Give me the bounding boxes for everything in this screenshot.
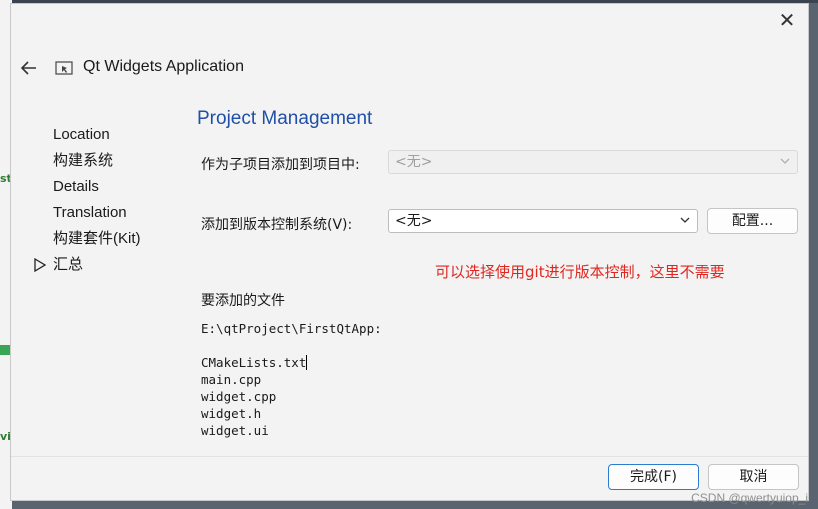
page-title: Project Management bbox=[197, 108, 373, 129]
wizard-steps: Location 构建系统 Details Translation 构建套件(K… bbox=[33, 125, 141, 281]
text-cursor bbox=[306, 355, 308, 370]
cancel-button[interactable]: 取消 bbox=[708, 464, 799, 490]
file-item: widget.h bbox=[201, 406, 262, 421]
step-label: 构建系统 bbox=[53, 152, 114, 169]
file-item: widget.ui bbox=[201, 423, 269, 438]
finish-button[interactable]: 完成(F) bbox=[608, 464, 699, 490]
step-details[interactable]: Details bbox=[33, 177, 141, 203]
wizard-title: Qt Widgets Application bbox=[83, 58, 244, 75]
step-label: Translation bbox=[53, 204, 127, 221]
back-arrow-icon[interactable] bbox=[19, 58, 39, 78]
wizard-dialog: ✕ Qt Widgets Application Location 构建系统 D… bbox=[10, 3, 809, 501]
combo-value: <无> bbox=[395, 154, 433, 170]
configure-button[interactable]: 配置... bbox=[707, 208, 798, 234]
wizard-header: Qt Widgets Application bbox=[11, 52, 808, 84]
file-item: widget.cpp bbox=[201, 389, 277, 404]
add-subproject-label: 作为子项目添加到项目中: bbox=[201, 157, 360, 173]
files-list: E:\qtProject\FirstQtApp: CMakeLists.txt m… bbox=[201, 320, 382, 439]
add-subproject-combo[interactable]: <无> bbox=[388, 150, 798, 174]
current-step-arrow-icon bbox=[34, 258, 47, 272]
watermark: CSDN @qwertyuiop_i bbox=[691, 491, 808, 505]
close-button[interactable]: ✕ bbox=[774, 8, 800, 32]
vcs-label: 添加到版本控制系统(V): bbox=[201, 217, 353, 233]
file-item: CMakeLists.txt bbox=[201, 355, 308, 370]
files-heading: 要添加的文件 bbox=[201, 293, 285, 309]
step-label: 汇总 bbox=[53, 256, 84, 273]
footer-divider bbox=[11, 456, 808, 457]
chevron-down-icon bbox=[780, 158, 790, 164]
files-path: E:\qtProject\FirstQtApp: bbox=[201, 321, 382, 336]
step-translation[interactable]: Translation bbox=[33, 203, 141, 229]
close-icon: ✕ bbox=[778, 8, 796, 32]
step-summary[interactable]: 汇总 bbox=[33, 255, 141, 281]
vcs-combo[interactable]: <无> bbox=[388, 209, 698, 233]
application-window-icon bbox=[55, 61, 73, 75]
step-build-system[interactable]: 构建系统 bbox=[33, 151, 141, 177]
step-label: Details bbox=[53, 178, 99, 195]
step-location[interactable]: Location bbox=[33, 125, 141, 151]
step-label: 构建套件(Kit) bbox=[53, 230, 141, 247]
step-kits[interactable]: 构建套件(Kit) bbox=[33, 229, 141, 255]
chevron-down-icon bbox=[680, 217, 690, 223]
annotation-text: 可以选择使用git进行版本控制，这里不需要 bbox=[435, 263, 725, 281]
file-item: main.cpp bbox=[201, 372, 262, 387]
step-label: Location bbox=[53, 126, 110, 143]
combo-value: <无> bbox=[395, 213, 433, 229]
